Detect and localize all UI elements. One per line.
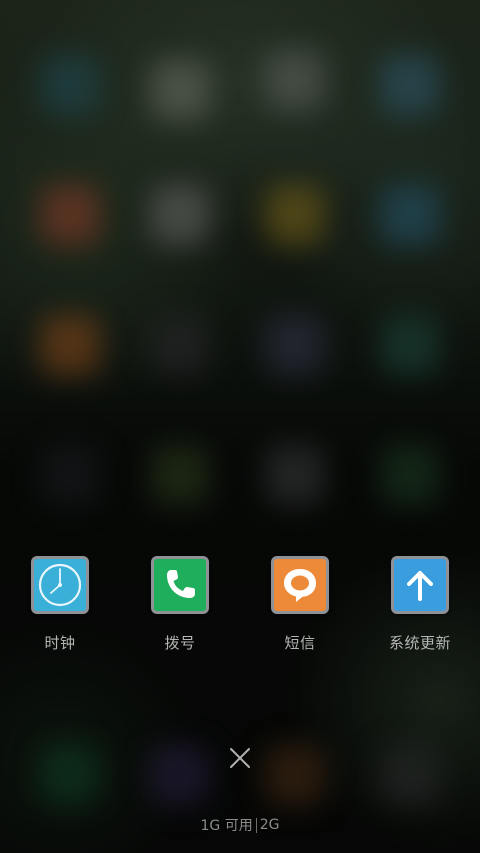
memory-available: 1G 可用 [200, 818, 253, 834]
blurred-app-icon [150, 315, 210, 375]
memory-status: 1G 可用 2G [0, 815, 480, 835]
blurred-app-icon [150, 745, 210, 805]
blurred-app-icon [265, 745, 325, 805]
blurred-app-icon [380, 745, 440, 805]
blurred-app-icon [265, 50, 325, 110]
recent-app-messages[interactable]: 短信 [240, 556, 360, 666]
recent-app-clock[interactable]: 时钟 [0, 556, 120, 666]
recent-apps-tray: 时钟 拨号 短信 系统更新 [0, 556, 480, 666]
memory-total: 2G [259, 817, 280, 833]
blurred-app-icon [150, 445, 210, 505]
app-label: 短信 [284, 634, 316, 652]
recent-app-system-update[interactable]: 系统更新 [360, 556, 480, 666]
blurred-app-icon [380, 315, 440, 375]
blurred-app-icon [150, 60, 210, 120]
blurred-app-icon [40, 55, 100, 115]
app-label: 系统更新 [388, 634, 451, 652]
recent-app-dialer[interactable]: 拨号 [120, 556, 240, 666]
blurred-app-icon [380, 445, 440, 505]
app-label: 拨号 [164, 634, 196, 652]
memory-divider [255, 817, 257, 833]
blurred-app-icon [265, 185, 325, 245]
clear-recents-button[interactable] [224, 742, 256, 774]
arrow-up-icon [391, 556, 449, 614]
clock-icon [31, 556, 89, 614]
message-icon [271, 556, 329, 614]
blurred-app-icon [40, 185, 100, 245]
app-label: 时钟 [44, 634, 76, 652]
close-icon [230, 748, 250, 768]
blurred-app-icon [380, 185, 440, 245]
blurred-app-icon [40, 745, 100, 805]
phone-icon [151, 556, 209, 614]
blurred-app-icon [380, 55, 440, 115]
blurred-app-icon [265, 315, 325, 375]
blurred-app-icon [265, 445, 325, 505]
blurred-app-icon [150, 185, 210, 245]
blurred-app-icon [40, 445, 100, 505]
wallpaper [0, 0, 480, 853]
blurred-app-icon [40, 315, 100, 375]
